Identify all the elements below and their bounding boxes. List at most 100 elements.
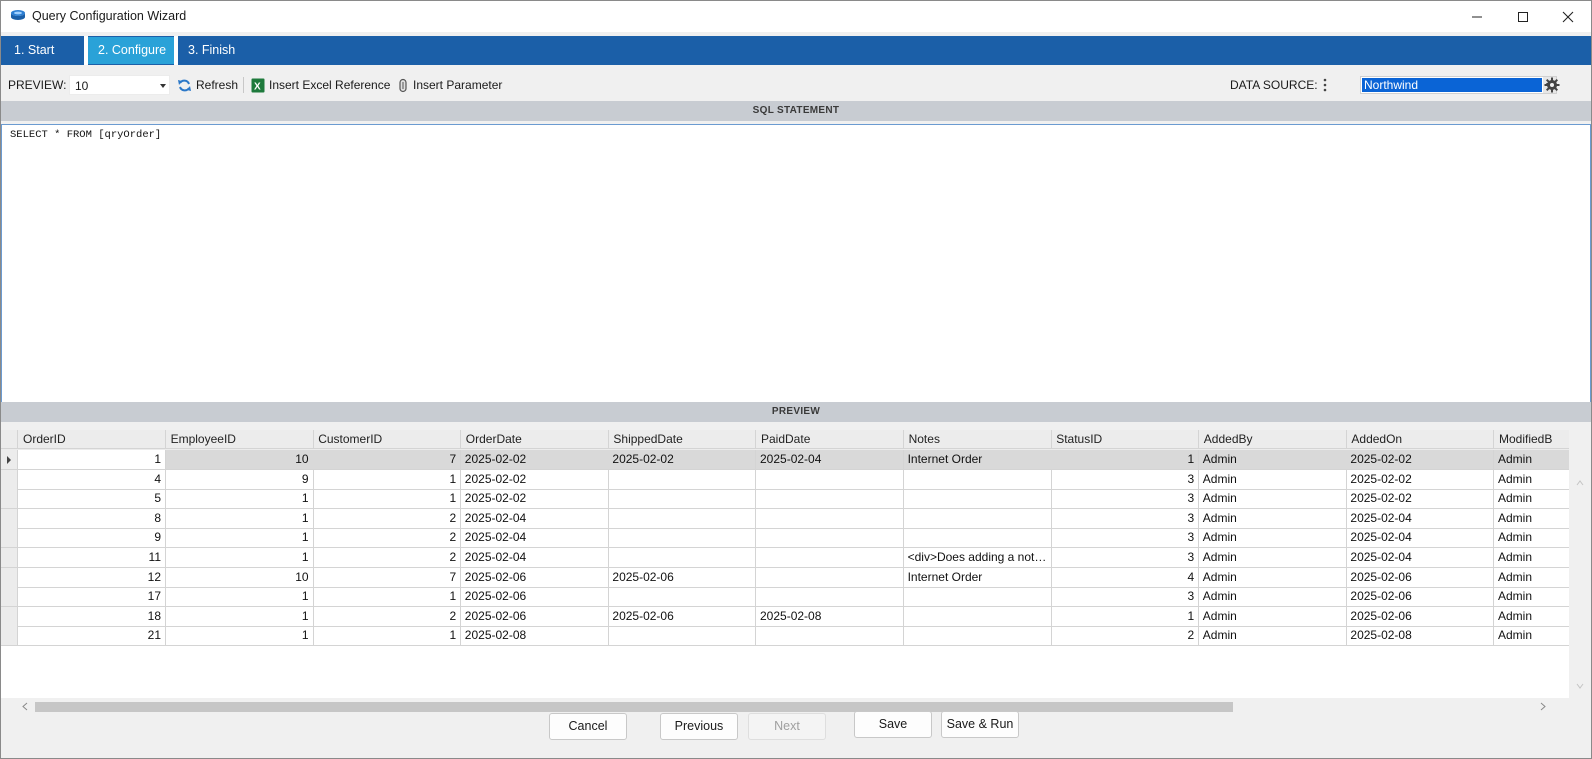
- sql-editor[interactable]: SELECT * FROM [qryOrder]: [1, 124, 1591, 412]
- table-cell[interactable]: 2: [313, 508, 462, 529]
- vertical-scrollbar[interactable]: [1569, 430, 1591, 699]
- column-header[interactable]: AddedOn: [1346, 430, 1495, 449]
- table-cell[interactable]: 2025-02-06: [608, 567, 757, 588]
- table-cell[interactable]: 2025-02-04: [1346, 508, 1495, 529]
- table-cell[interactable]: 1: [165, 528, 314, 549]
- column-header[interactable]: OrderID: [18, 430, 166, 449]
- row-selector[interactable]: [1, 469, 18, 490]
- table-cell[interactable]: 1: [165, 587, 314, 608]
- table-cell[interactable]: 2025-02-02: [1346, 450, 1495, 470]
- table-cell[interactable]: 2: [313, 606, 462, 627]
- table-cell[interactable]: [756, 528, 904, 549]
- table-cell[interactable]: [903, 528, 1052, 549]
- insert-excel-reference-button[interactable]: X Insert Excel Reference: [251, 75, 390, 95]
- table-cell[interactable]: 8: [18, 508, 166, 529]
- row-selector[interactable]: [1, 626, 18, 647]
- table-cell[interactable]: 2025-02-04: [1346, 528, 1495, 549]
- table-cell[interactable]: 1: [313, 626, 462, 647]
- table-cell[interactable]: 2025-02-02: [1346, 489, 1495, 510]
- column-header[interactable]: StatusID: [1051, 430, 1200, 449]
- scroll-right-icon[interactable]: [1540, 702, 1546, 711]
- table-cell[interactable]: 9: [18, 528, 166, 549]
- tab-finish[interactable]: 3. Finish: [178, 37, 268, 64]
- table-cell[interactable]: [756, 489, 904, 510]
- table-row[interactable]: 4 9 1 2025-02-02 3 Admin 2025-02-02 Admin: [1, 469, 1591, 490]
- table-cell[interactable]: 2025-02-02: [460, 469, 609, 490]
- table-cell[interactable]: 3: [1051, 489, 1200, 510]
- row-selector[interactable]: [1, 508, 18, 529]
- table-cell[interactable]: 2025-02-04: [460, 548, 609, 568]
- table-cell[interactable]: 2025-02-06: [1346, 587, 1495, 608]
- scroll-down-icon[interactable]: [1576, 683, 1584, 689]
- table-row[interactable]: 8 1 2 2025-02-04 3 Admin 2025-02-04 Admin: [1, 508, 1591, 529]
- table-cell[interactable]: 2025-02-06: [460, 567, 609, 588]
- table-cell[interactable]: Admin: [1198, 626, 1347, 647]
- table-cell[interactable]: 1: [313, 489, 462, 510]
- table-cell[interactable]: [903, 587, 1052, 608]
- table-cell[interactable]: 12: [18, 567, 166, 588]
- column-header[interactable]: AddedBy: [1198, 430, 1347, 449]
- table-cell[interactable]: 3: [1051, 469, 1200, 490]
- table-cell[interactable]: 1: [165, 489, 314, 510]
- table-cell[interactable]: 2025-02-02: [460, 450, 609, 470]
- table-cell[interactable]: Admin: [1198, 469, 1347, 490]
- table-cell[interactable]: Internet Order: [903, 450, 1052, 470]
- data-source-select[interactable]: Northwind: [1360, 76, 1557, 94]
- table-cell[interactable]: Admin: [1198, 587, 1347, 608]
- horizontal-scroll-thumb[interactable]: [35, 702, 1233, 712]
- table-cell[interactable]: 5: [18, 489, 166, 510]
- table-cell[interactable]: 3: [1051, 548, 1200, 568]
- table-cell[interactable]: 2025-02-08: [1346, 626, 1495, 647]
- minimize-button[interactable]: [1454, 1, 1500, 32]
- table-cell[interactable]: 2025-02-04: [460, 528, 609, 549]
- table-cell[interactable]: [903, 508, 1052, 529]
- save-button[interactable]: Save: [854, 711, 932, 738]
- table-cell[interactable]: 4: [18, 469, 166, 490]
- table-row[interactable]: 12 10 7 2025-02-06 2025-02-06 Internet Order 4…: [1, 567, 1591, 588]
- sql-text[interactable]: SELECT * FROM [qryOrder]: [10, 129, 161, 141]
- table-cell[interactable]: [903, 469, 1052, 490]
- table-cell[interactable]: 1: [165, 548, 314, 568]
- table-cell[interactable]: 2025-02-04: [756, 450, 904, 470]
- table-cell[interactable]: Admin: [1198, 528, 1347, 549]
- table-cell[interactable]: 2025-02-06: [1346, 567, 1495, 588]
- table-cell[interactable]: 2025-02-02: [1346, 469, 1495, 490]
- table-row[interactable]: 18 1 2 2025-02-06 2025-02-06 2025-02-08 1 Admin…: [1, 606, 1591, 627]
- table-cell[interactable]: 2: [1051, 626, 1200, 647]
- table-cell[interactable]: [608, 469, 757, 490]
- refresh-button[interactable]: Refresh: [177, 75, 238, 95]
- column-header[interactable]: ShippedDate: [608, 430, 757, 449]
- table-cell[interactable]: 2025-02-02: [608, 450, 757, 470]
- table-row[interactable]: 9 1 2 2025-02-04 3 Admin 2025-02-04 Admin: [1, 528, 1591, 549]
- table-cell[interactable]: 3: [1051, 528, 1200, 549]
- table-cell[interactable]: 1: [313, 469, 462, 490]
- table-cell[interactable]: 1: [165, 626, 314, 647]
- table-cell[interactable]: 1: [18, 450, 166, 470]
- table-cell[interactable]: [608, 489, 757, 510]
- table-cell[interactable]: 10: [165, 450, 314, 470]
- table-cell[interactable]: 7: [313, 567, 462, 588]
- table-cell[interactable]: 10: [165, 567, 314, 588]
- table-cell[interactable]: 18: [18, 606, 166, 627]
- table-cell[interactable]: 2025-02-06: [608, 606, 757, 627]
- table-cell[interactable]: 2025-02-06: [460, 587, 609, 608]
- table-cell[interactable]: [756, 548, 904, 568]
- row-selector[interactable]: [1, 450, 18, 470]
- save-and-run-button[interactable]: Save & Run: [941, 711, 1019, 738]
- column-header[interactable]: OrderDate: [460, 430, 609, 449]
- table-cell[interactable]: 4: [1051, 567, 1200, 588]
- row-selector[interactable]: [1, 489, 18, 510]
- table-row[interactable]: 1 10 7 2025-02-02 2025-02-02 2025-02-04 Intern…: [1, 450, 1591, 470]
- next-button[interactable]: Next: [748, 713, 826, 740]
- table-cell[interactable]: Admin: [1198, 489, 1347, 510]
- table-cell[interactable]: 1: [313, 587, 462, 608]
- table-cell[interactable]: 17: [18, 587, 166, 608]
- insert-parameter-button[interactable]: Insert Parameter: [397, 75, 502, 95]
- table-cell[interactable]: 9: [165, 469, 314, 490]
- table-cell[interactable]: [756, 469, 904, 490]
- maximize-button[interactable]: [1500, 1, 1546, 32]
- close-button[interactable]: [1545, 1, 1591, 32]
- table-cell[interactable]: 3: [1051, 508, 1200, 529]
- table-row[interactable]: 17 1 1 2025-02-06 3 Admin 2025-02-06 Admin: [1, 587, 1591, 608]
- scroll-up-icon[interactable]: [1576, 480, 1584, 486]
